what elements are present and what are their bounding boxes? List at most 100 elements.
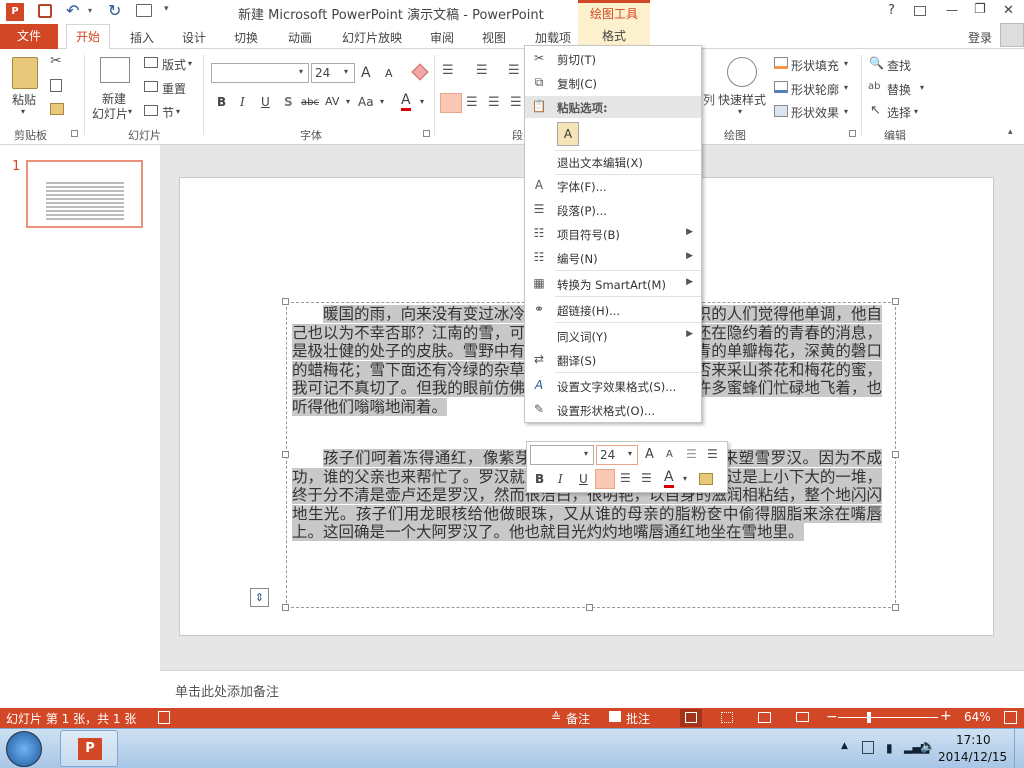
font-size-combobox[interactable]: 24 — [311, 63, 355, 83]
comments-icon[interactable] — [609, 711, 621, 722]
shape-effects-dropdown-icon[interactable]: ▾ — [844, 107, 848, 116]
tray-device-icon[interactable] — [862, 741, 874, 754]
paste-icon[interactable] — [12, 57, 38, 89]
font-name-dropdown-icon[interactable]: ▾ — [299, 67, 303, 76]
change-case-dropdown-icon[interactable]: ▾ — [380, 97, 384, 106]
decrease-indent-icon[interactable]: ☰ — [508, 63, 520, 78]
layout-icon[interactable] — [144, 57, 158, 68]
bullets-icon[interactable]: ☰ — [442, 63, 454, 78]
shape-outline-icon[interactable] — [774, 81, 788, 93]
tab-home[interactable]: 开始 — [66, 24, 110, 50]
reset-icon[interactable] — [144, 81, 158, 92]
normal-view-button[interactable] — [680, 709, 702, 727]
grow-font-button[interactable]: A — [361, 65, 371, 81]
section-icon[interactable] — [144, 105, 158, 116]
tab-view[interactable]: 视图 — [482, 29, 506, 46]
drawing-launcher-icon[interactable] — [849, 130, 856, 137]
clock-time[interactable]: 17:10 — [956, 733, 991, 747]
notes-placeholder[interactable]: 单击此处添加备注 — [175, 681, 279, 700]
resize-handle-bottom[interactable] — [586, 604, 593, 611]
format-painter-icon[interactable] — [50, 103, 64, 115]
justify-icon[interactable]: ☰ — [510, 95, 522, 110]
redo-icon[interactable]: ↻ — [108, 1, 121, 20]
font-name-combobox[interactable] — [211, 63, 309, 83]
shape-effects-button[interactable]: 形状效果 — [791, 104, 839, 121]
resize-handle-bottom-left[interactable] — [282, 604, 289, 611]
autofit-options-icon[interactable]: ⇕ — [250, 588, 269, 607]
slide-count-status[interactable]: 幻灯片 第 1 张，共 1 张 — [6, 710, 136, 727]
tab-addins[interactable]: 加载项 — [535, 29, 571, 46]
user-avatar-icon[interactable] — [1000, 23, 1024, 47]
clock-date[interactable]: 2014/12/15 — [938, 750, 1007, 764]
tab-slideshow[interactable]: 幻灯片放映 — [342, 29, 402, 46]
resize-handle-bottom-right[interactable] — [892, 604, 899, 611]
paste-button[interactable]: 粘贴 — [12, 91, 36, 108]
mini-increase-indent-icon[interactable]: ☰ — [707, 447, 718, 461]
find-icon[interactable]: 🔍 — [869, 56, 884, 70]
clipboard-launcher-icon[interactable] — [71, 130, 78, 137]
menu-item-bullets[interactable]: ☷ 项目符号(B) ▶ — [525, 223, 701, 245]
fit-slide-icon[interactable] — [1004, 711, 1017, 724]
bold-button[interactable]: B — [217, 95, 226, 109]
quick-styles-button[interactable]: 快速样式 — [718, 91, 766, 108]
resize-handle-top-right[interactable] — [892, 298, 899, 305]
mini-grow-font-icon[interactable]: A — [645, 447, 654, 462]
zoom-in-button[interactable]: + — [940, 708, 952, 724]
mini-underline-button[interactable]: U — [579, 472, 588, 486]
align-right-icon[interactable]: ☰ — [488, 95, 500, 110]
shrink-font-button[interactable]: A — [385, 67, 393, 80]
tab-transitions[interactable]: 切换 — [234, 29, 258, 46]
taskbar-powerpoint-button[interactable]: P — [60, 730, 118, 767]
menu-item-text-effects[interactable]: A 设置文字效果格式(S)... — [525, 375, 701, 397]
slide-show-view-icon[interactable] — [796, 712, 809, 722]
replace-icon[interactable]: ab — [868, 81, 880, 92]
reset-button[interactable]: 重置 — [162, 80, 186, 97]
start-from-beginning-icon[interactable] — [136, 4, 152, 17]
menu-item-paragraph[interactable]: ☰ 段落(P)... — [525, 199, 701, 221]
slide-sorter-view-icon[interactable] — [721, 712, 733, 723]
replace-dropdown-icon[interactable]: ▾ — [920, 83, 924, 92]
mini-format-painter-icon[interactable] — [699, 473, 713, 485]
menu-item-numbering[interactable]: ☷ 编号(N) ▶ — [525, 247, 701, 269]
font-launcher-icon[interactable] — [423, 130, 430, 137]
tab-insert[interactable]: 插入 — [130, 29, 154, 46]
mini-decrease-indent-icon[interactable]: ☰ — [686, 447, 697, 461]
resize-handle-left[interactable] — [282, 451, 289, 458]
comments-toggle-button[interactable]: 批注 — [626, 710, 650, 727]
help-button[interactable]: ? — [888, 3, 895, 18]
notes-icon[interactable]: ≙ — [551, 710, 561, 724]
change-case-button[interactable]: Aa — [358, 95, 374, 109]
tray-volume-icon[interactable]: 🔈 — [920, 739, 936, 754]
copy-icon[interactable] — [50, 79, 62, 92]
arrange-icon[interactable]: 列 — [703, 91, 715, 108]
resize-handle-right[interactable] — [892, 451, 899, 458]
character-spacing-button[interactable]: AV — [325, 95, 339, 108]
menu-item-font[interactable]: A 字体(F)... — [525, 175, 701, 197]
font-color-dropdown-icon[interactable]: ▾ — [420, 97, 424, 106]
mini-font-color-button[interactable]: A — [664, 470, 674, 488]
minimize-button[interactable]: — — [946, 3, 958, 17]
layout-dropdown-icon[interactable]: ▾ — [188, 59, 192, 68]
new-slide-button-line2[interactable]: 幻灯片 — [92, 105, 128, 122]
undo-dropdown-icon[interactable]: ▾ — [88, 6, 92, 15]
tab-file[interactable]: 文件 — [0, 24, 58, 49]
reading-view-icon[interactable] — [758, 712, 771, 723]
select-icon[interactable]: ↖ — [870, 103, 881, 118]
shape-fill-icon[interactable] — [774, 57, 788, 69]
collapse-ribbon-icon[interactable]: ▴ — [1008, 127, 1013, 137]
section-button[interactable]: 节 — [162, 104, 174, 121]
underline-button[interactable]: U — [261, 95, 270, 109]
shape-effects-icon[interactable] — [774, 105, 788, 117]
menu-item-exit-text-edit[interactable]: 退出文本编辑(X) — [525, 151, 701, 173]
close-button[interactable]: ✕ — [1003, 3, 1014, 18]
menu-item-copy[interactable]: ⧉ 复制(C) — [525, 72, 701, 94]
slide-thumbnail[interactable] — [26, 160, 143, 228]
mini-shrink-font-icon[interactable]: A — [666, 449, 673, 460]
quick-styles-dropdown-icon[interactable]: ▾ — [738, 107, 742, 116]
notes-toggle-button[interactable]: 备注 — [566, 710, 590, 727]
save-icon[interactable] — [38, 4, 52, 18]
tray-network-icon[interactable]: ▮ — [886, 741, 893, 755]
sign-in-link[interactable]: 登录 — [968, 29, 992, 46]
mini-font-color-dropdown-icon[interactable]: ▾ — [683, 474, 687, 483]
menu-item-synonyms[interactable]: 同义词(Y) ▶ — [525, 325, 701, 347]
